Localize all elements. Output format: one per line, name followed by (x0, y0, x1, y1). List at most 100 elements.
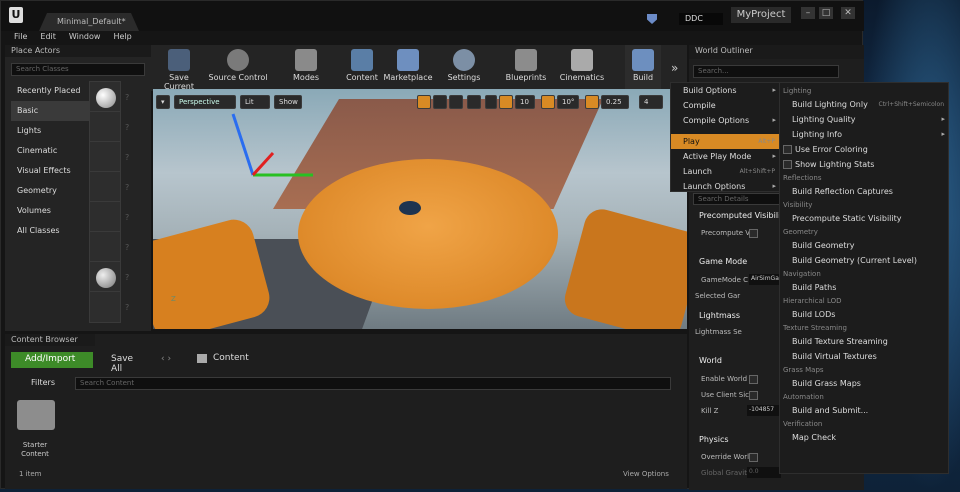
category-basic[interactable]: Basic (11, 101, 91, 121)
pawn-thumb[interactable] (89, 141, 121, 173)
scale-tool-button[interactable] (449, 95, 463, 109)
cinematics-button[interactable]: Cinematics (557, 45, 607, 91)
help-icon[interactable]: ? (125, 123, 129, 132)
view-options-button[interactable]: View Options (623, 470, 669, 478)
level-viewport[interactable]: Z (153, 89, 687, 329)
help-icon[interactable]: ? (125, 153, 129, 162)
level-tab[interactable]: Minimal_Default* (39, 13, 139, 31)
category-all-classes[interactable]: All Classes (11, 221, 91, 241)
lit-button[interactable]: Lit (240, 95, 270, 109)
menu-item-launch[interactable]: Launch Alt+Shift+P (671, 164, 779, 179)
content-search[interactable]: Search Content (75, 377, 671, 390)
menu-item-launch-options[interactable]: Launch Options ▸ (671, 179, 779, 194)
scale-snap-toggle[interactable] (585, 95, 599, 109)
enable-world-checkbox[interactable] (749, 375, 758, 384)
global-gravity-field[interactable]: 0.0 (747, 467, 781, 478)
help-icon[interactable]: ? (125, 93, 129, 102)
content-button[interactable]: Content (341, 45, 383, 91)
help-icon[interactable]: ? (125, 303, 129, 312)
character-thumb[interactable] (89, 111, 121, 143)
ddc-indicator[interactable]: DDC (679, 13, 723, 25)
starter-content-folder-icon[interactable] (17, 400, 55, 430)
category-lights[interactable]: Lights (11, 121, 91, 141)
sphere-thumb[interactable] (89, 261, 121, 293)
precompute-checkbox[interactable] (749, 229, 758, 238)
build-item-build-geometry-current-level-[interactable]: Build Geometry (Current Level) (780, 253, 948, 268)
menu-item-play[interactable]: Play Alt+P (671, 134, 779, 149)
viewport-options-button[interactable]: ▾ (156, 95, 170, 109)
override-world-checkbox[interactable] (749, 453, 758, 462)
filters-button[interactable]: Filters (13, 377, 71, 391)
translate-tool-button[interactable] (417, 95, 431, 109)
settings-button[interactable]: Settings (443, 45, 485, 91)
add-import-button[interactable]: Add/Import (11, 352, 93, 368)
world-local-toggle[interactable] (467, 95, 481, 109)
build-item-show-lighting-stats[interactable]: Show Lighting Stats (780, 157, 948, 172)
minimize-button[interactable]: – (801, 7, 815, 19)
build-item-lighting-quality[interactable]: Lighting Quality ▸ (780, 112, 948, 127)
build-item-build-texture-streaming[interactable]: Build Texture Streaming (780, 334, 948, 349)
build-item-build-lods[interactable]: Build LODs (780, 307, 948, 322)
world-header[interactable]: World (699, 356, 722, 365)
transform-gizmo[interactable] (213, 109, 353, 189)
save-all-button[interactable]: Save All (97, 352, 153, 374)
category-visual-effects[interactable]: Visual Effects (11, 161, 91, 181)
cylinder-thumb[interactable] (89, 291, 121, 323)
build-item-build-paths[interactable]: Build Paths (780, 280, 948, 295)
details-search[interactable]: Search Details (693, 193, 793, 205)
right-chair[interactable] (560, 205, 687, 329)
rotation-snap-toggle[interactable] (541, 95, 555, 109)
help-icon[interactable]: ? (125, 183, 129, 192)
outliner-search[interactable]: Search... (693, 65, 839, 78)
grid-snap-toggle[interactable] (499, 95, 513, 109)
toolbar-overflow-button[interactable]: » (671, 61, 678, 75)
menu-item-compile-options[interactable]: Compile Options ▸ (671, 113, 779, 128)
build-item-build-reflection-captures[interactable]: Build Reflection Captures (780, 184, 948, 199)
menu-help[interactable]: Help (113, 32, 131, 41)
use-client-checkbox[interactable] (749, 391, 758, 400)
build-item-precompute-static-visibility[interactable]: Precompute Static Visibility (780, 211, 948, 226)
light-thumb[interactable] (89, 171, 121, 203)
nav-back-forward-icons[interactable]: ‹ › (161, 354, 171, 364)
cube-thumb[interactable] (89, 231, 121, 263)
save-current-button[interactable]: Save Current (153, 45, 205, 91)
blueprints-button[interactable]: Blueprints (501, 45, 551, 91)
selected-gamemode-label[interactable]: Selected Gar (695, 292, 740, 300)
show-button[interactable]: Show (274, 95, 302, 109)
build-item-lighting-info[interactable]: Lighting Info ▸ (780, 127, 948, 142)
player-start-thumb[interactable] (89, 201, 121, 233)
modes-button[interactable]: Modes (281, 45, 331, 91)
scale-snap-value[interactable]: 0.25 (601, 95, 629, 109)
physics-header[interactable]: Physics (699, 435, 729, 444)
game-mode-header[interactable]: Game Mode (699, 257, 747, 266)
perspective-button[interactable]: Perspective (174, 95, 236, 109)
checkbox[interactable] (783, 160, 792, 169)
rotate-tool-button[interactable] (433, 95, 447, 109)
build-item-build-grass-maps[interactable]: Build Grass Maps (780, 376, 948, 391)
gamemode-dropdown[interactable]: AirSimGa (749, 274, 779, 285)
build-item-build-geometry[interactable]: Build Geometry (780, 238, 948, 253)
path-content[interactable]: Content (213, 353, 249, 363)
build-item-build-lighting-only[interactable]: Build Lighting Only Ctrl+Shift+Semicolon (780, 97, 948, 112)
maximize-button[interactable]: □ (819, 7, 833, 19)
source-control-button[interactable]: Source Control (207, 45, 269, 91)
camera-speed-button[interactable]: 4 (639, 95, 663, 109)
build-button[interactable]: Build (625, 45, 661, 91)
menu-item-active-play-mode[interactable]: Active Play Mode ▸ (671, 149, 779, 164)
surface-snap-button[interactable] (485, 95, 497, 109)
build-item-build-and-submit-[interactable]: Build and Submit... (780, 403, 948, 418)
checkbox[interactable] (783, 145, 792, 154)
build-item-map-check[interactable]: Map Check (780, 430, 948, 445)
menu-file[interactable]: File (14, 32, 27, 41)
category-geometry[interactable]: Geometry (11, 181, 91, 201)
help-icon[interactable]: ? (125, 273, 129, 282)
lightmass-header[interactable]: Lightmass (699, 311, 740, 320)
lightmass-settings-label[interactable]: Lightmass Se (695, 328, 742, 336)
place-actors-search[interactable]: Search Classes (11, 63, 145, 76)
marketplace-button[interactable]: Marketplace (383, 45, 433, 91)
help-icon[interactable]: ? (125, 243, 129, 252)
category-recently-placed[interactable]: Recently Placed (11, 81, 91, 101)
menu-item-build-options[interactable]: Build Options ▸ (671, 83, 779, 98)
category-volumes[interactable]: Volumes (11, 201, 91, 221)
help-icon[interactable]: ? (125, 213, 129, 222)
